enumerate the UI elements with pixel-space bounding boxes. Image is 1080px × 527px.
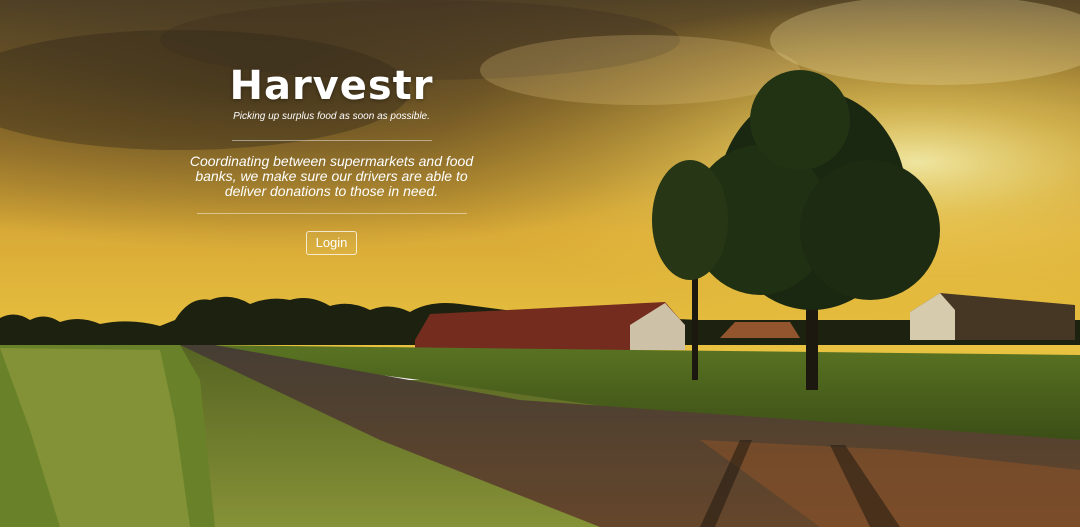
description: Coordinating between supermarkets and fo… [189,153,474,199]
login-button[interactable]: Login [305,231,358,255]
app-title: Harvestr [229,63,434,109]
hero-panel: Harvestr Picking up surplus food as soon… [180,60,483,255]
tagline: Picking up surplus food as soon as possi… [233,111,430,122]
background-image [0,0,1080,527]
divider-top [231,140,432,141]
divider-bottom [196,213,467,214]
